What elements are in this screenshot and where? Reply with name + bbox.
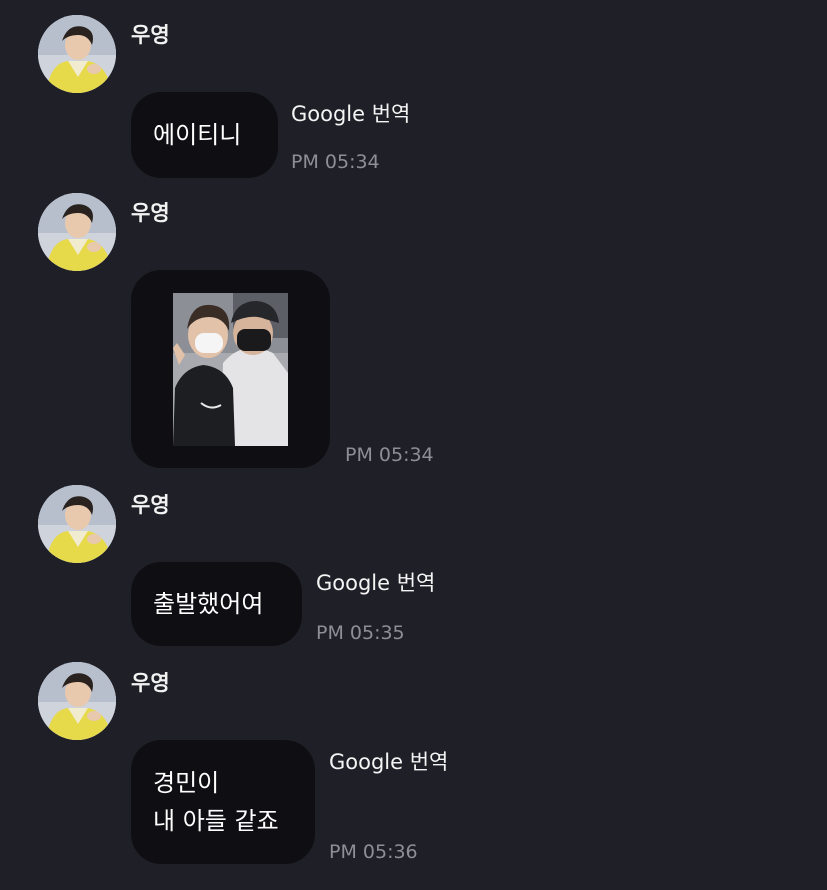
sender-avatar[interactable] [38,662,116,740]
message-bubble[interactable]: 에이티니 [131,92,278,178]
avatar-icon [38,15,116,93]
message-time: PM 05:35 [316,622,405,644]
google-translate-link[interactable]: Google 번역 [329,749,448,775]
message-text: 에이티니 [153,121,242,149]
avatar-icon [38,485,116,563]
message-time: PM 05:34 [345,444,434,466]
image-bubble[interactable] [131,270,330,468]
photo-image [173,293,288,446]
sender-avatar[interactable] [38,193,116,271]
avatar-icon [38,193,116,271]
sender-avatar[interactable] [38,15,116,93]
sender-name: 우영 [131,23,170,47]
message-bubble[interactable]: 경민이 내 아들 같죠 [131,740,315,864]
sender-name: 우영 [131,201,170,225]
shared-photo[interactable] [173,293,288,446]
avatar-icon [38,662,116,740]
message-bubble[interactable]: 출발했어여 [131,562,302,646]
google-translate-link[interactable]: Google 번역 [316,570,435,596]
sender-avatar[interactable] [38,485,116,563]
sender-name: 우영 [131,671,170,695]
message-text: 출발했어여 [153,590,264,618]
message-time: PM 05:34 [291,151,380,173]
message-text: 경민이 내 아들 같죠 [153,769,279,835]
chat-log: 우영 에이티니 Google 번역 PM 05:34 우영 PM 05:34 우… [0,0,827,890]
google-translate-link[interactable]: Google 번역 [291,101,410,127]
sender-name: 우영 [131,493,170,517]
message-time: PM 05:36 [329,841,418,863]
